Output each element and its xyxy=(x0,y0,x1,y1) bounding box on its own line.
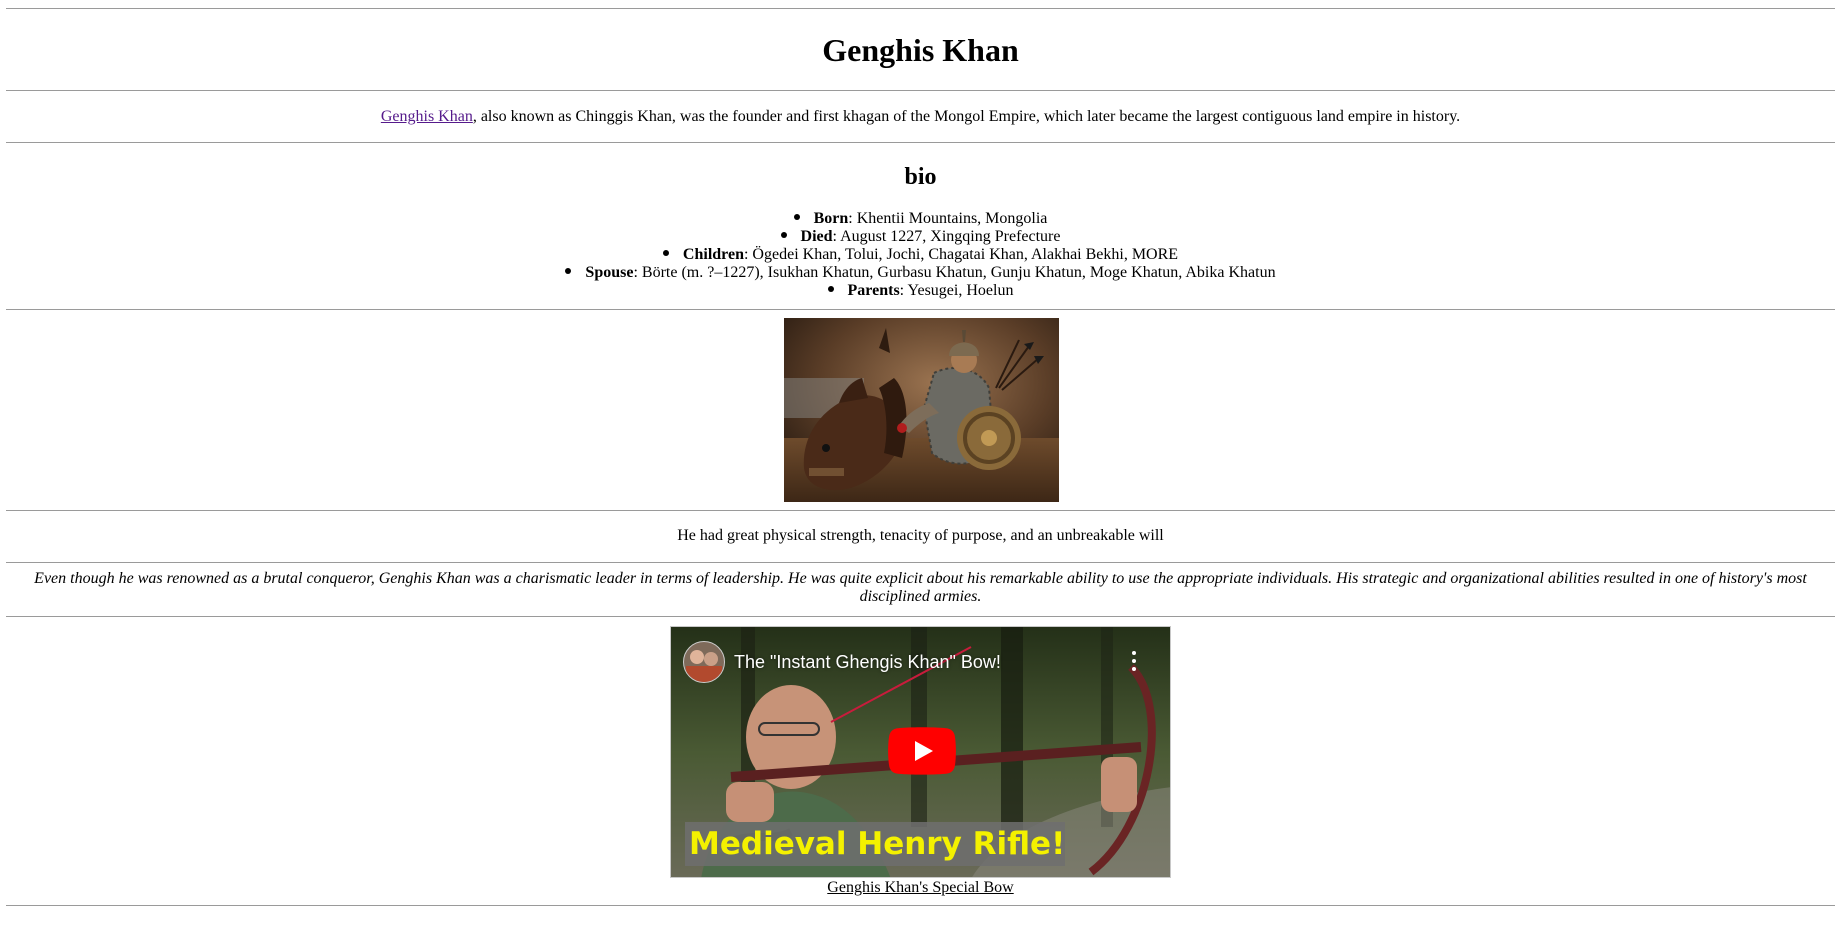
genghis-khan-link[interactable]: Genghis Khan xyxy=(381,108,473,125)
video-title[interactable]: The "Instant Ghengis Khan" Bow! xyxy=(734,651,1001,673)
bio-item-label: Died xyxy=(800,228,833,245)
youtube-play-icon xyxy=(888,727,956,775)
youtube-video-embed[interactable]: The "Instant Ghengis Khan" Bow! Medieval… xyxy=(670,626,1171,878)
divider xyxy=(6,510,1835,511)
bio-item-value: : August 1227, Xingqing Prefecture xyxy=(832,228,1061,245)
bio-item-value: : Börte (m. ?–1227), Isukhan Khatun, Gur… xyxy=(633,264,1276,281)
video-caption: Genghis Khan's Special Bow xyxy=(0,878,1841,898)
bio-item-label: Born xyxy=(813,210,849,227)
divider xyxy=(6,309,1835,310)
quote-text: He had great physical strength, tenacity… xyxy=(677,527,1164,544)
bio-item-spouse: Spouse: Börte (m. ?–1227), Isukhan Khatu… xyxy=(0,264,1841,282)
bio-heading: bio xyxy=(904,164,937,190)
page-title: Genghis Khan xyxy=(822,32,1019,68)
video-caption-link[interactable]: Genghis Khan's Special Bow xyxy=(827,879,1013,896)
mounted-warrior-illustration xyxy=(784,318,1059,502)
bio-item-parents: Parents: Yesugei, Hoelun xyxy=(0,282,1841,300)
page: Genghis Khan Genghis Khan, also known as… xyxy=(0,0,1841,941)
bio-list: Born: Khentii Mountains, Mongolia Died: … xyxy=(0,210,1841,300)
divider xyxy=(6,8,1835,9)
divider xyxy=(6,142,1835,143)
bio-item-label: Spouse xyxy=(585,264,634,281)
more-vert-icon[interactable] xyxy=(1132,651,1136,671)
bio-item-value: : Ögedei Khan, Tolui, Jochi, Chagatai Kh… xyxy=(743,246,1179,263)
description-paragraph: Even though he was renowned as a brutal … xyxy=(34,570,1807,605)
bio-item-died: Died: August 1227, Xingqing Prefecture xyxy=(0,228,1841,246)
divider xyxy=(6,905,1835,906)
bio-item-children: Children: Ögedei Khan, Tolui, Jochi, Cha… xyxy=(0,246,1841,264)
bullet-icon xyxy=(565,268,572,275)
bio-item-born: Born: Khentii Mountains, Mongolia xyxy=(0,210,1841,228)
divider xyxy=(6,90,1835,91)
channel-avatar[interactable] xyxy=(683,641,725,683)
youtube-play-button[interactable] xyxy=(888,727,956,775)
divider xyxy=(6,562,1835,563)
divider xyxy=(6,616,1835,617)
bullet-icon xyxy=(780,232,787,239)
bullet-icon xyxy=(662,250,669,257)
bio-item-label: Parents xyxy=(847,282,900,299)
bio-item-value: : Yesugei, Hoelun xyxy=(899,282,1014,299)
intro-paragraph: Genghis Khan, also known as Chinggis Kha… xyxy=(0,106,1841,128)
video-overlay-text: Medieval Henry Rifle! xyxy=(685,822,1065,866)
bullet-icon xyxy=(793,214,800,221)
bio-item-label: Children xyxy=(682,246,744,263)
intro-text: , also known as Chinggis Khan, was the f… xyxy=(472,108,1461,125)
bullet-icon xyxy=(827,286,834,293)
genghis-khan-image xyxy=(784,318,1059,502)
bio-item-value: : Khentii Mountains, Mongolia xyxy=(848,210,1048,227)
